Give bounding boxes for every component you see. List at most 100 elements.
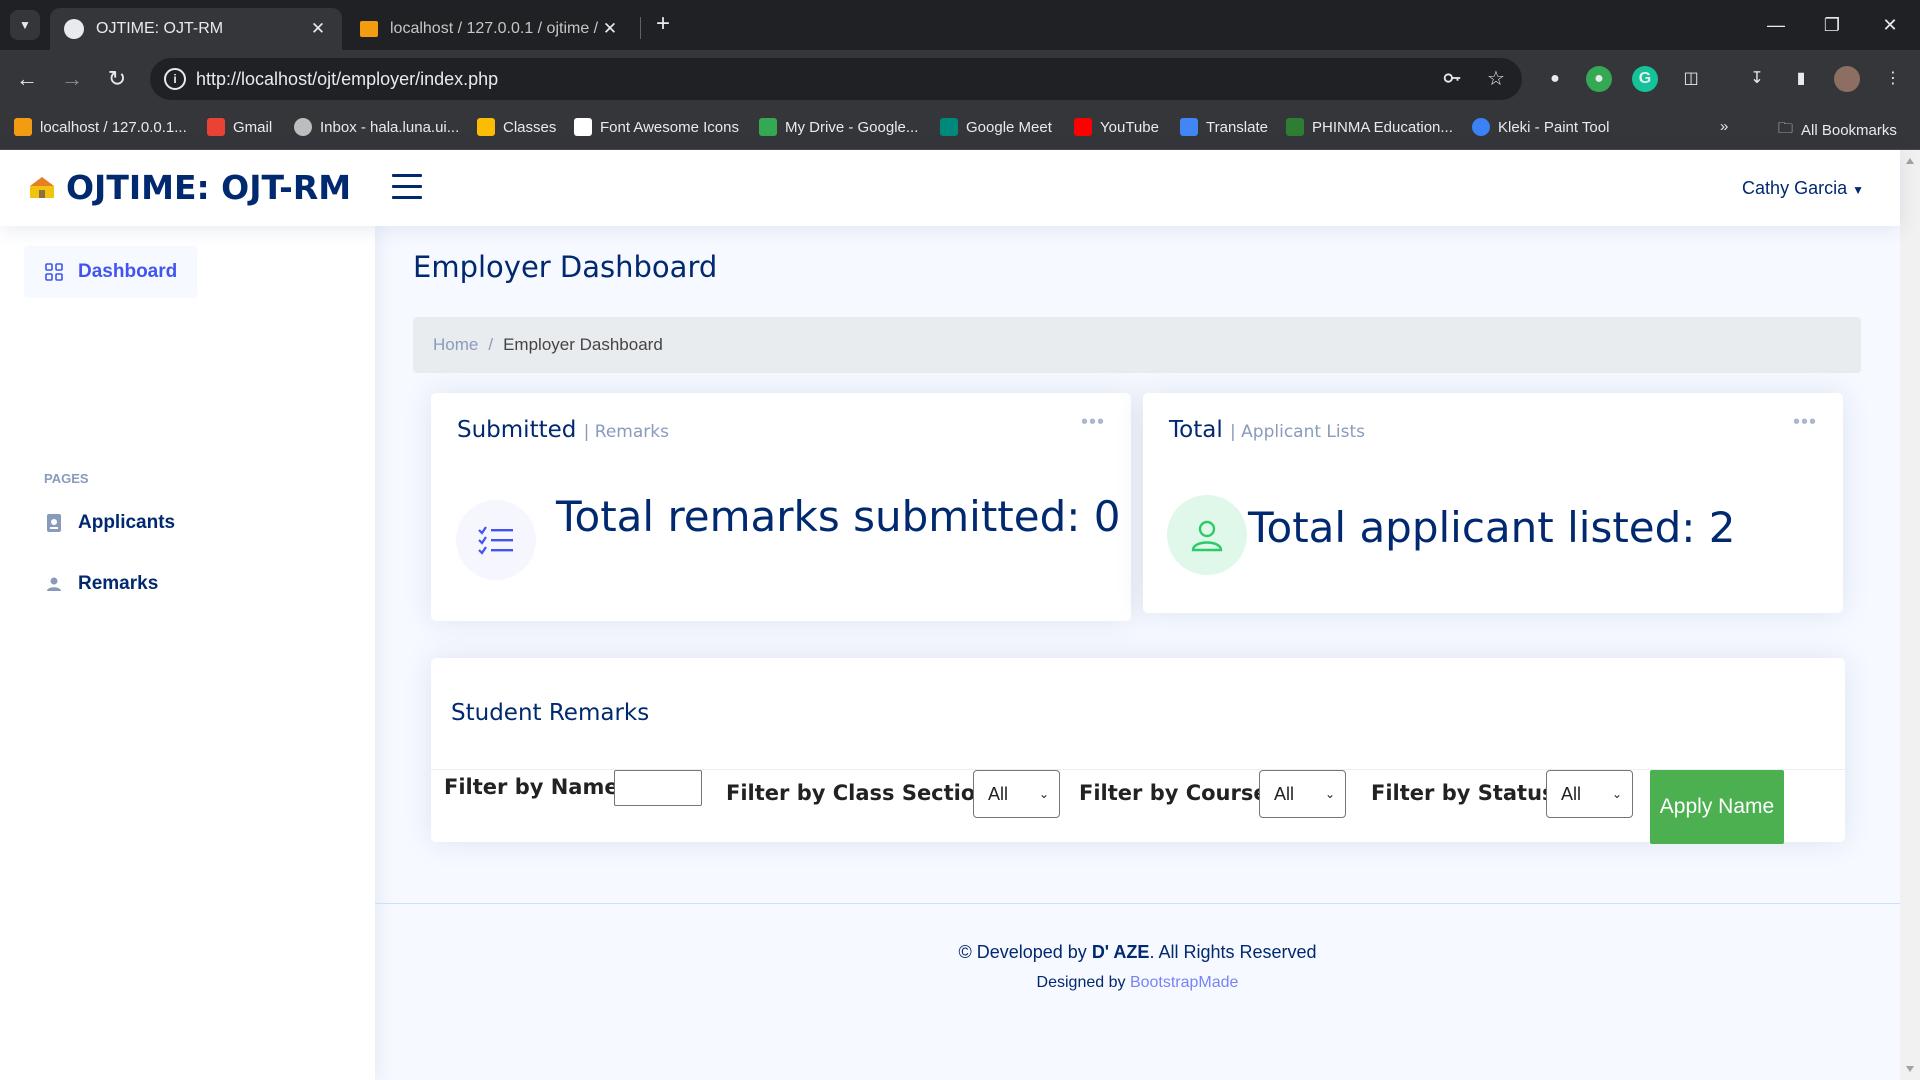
sidebar-item-label: Remarks <box>78 573 159 594</box>
extension-green-icon[interactable]: ● <box>1586 66 1612 92</box>
sidebar-item-applicants[interactable]: Applicants <box>24 497 195 549</box>
bookmark-drive[interactable]: My Drive - Google... <box>759 118 918 136</box>
select-value: All <box>1274 783 1295 804</box>
bookmark-kleki[interactable]: Kleki - Paint Tool <box>1472 118 1609 136</box>
filter-section-select[interactable]: All ⌄ <box>973 770 1060 818</box>
bootstrapmade-link[interactable]: BootstrapMade <box>1130 974 1239 991</box>
more-options-icon[interactable]: ••• <box>1793 411 1817 434</box>
applicant-count: Total applicant listed: 2 <box>1248 503 1736 552</box>
back-icon[interactable]: ← <box>12 64 42 94</box>
extension-icon[interactable]: ● <box>1542 66 1568 92</box>
sidebar-item-remarks[interactable]: Remarks <box>24 558 178 610</box>
chevron-down-icon: ⌄ <box>1038 787 1049 801</box>
site-header: OJTIME: OJT-RM Cathy Garcia ▼ <box>0 150 1900 226</box>
bookmark-meet[interactable]: Google Meet <box>940 118 1052 136</box>
address-bar[interactable]: i http://localhost/ojt/employer/index.ph… <box>150 58 1522 100</box>
download-icon[interactable]: ↧ <box>1744 66 1770 92</box>
filter-course-select[interactable]: All ⌄ <box>1259 770 1346 818</box>
sidebar-toggle-icon[interactable] <box>392 174 422 200</box>
breadcrumb-home[interactable]: Home <box>433 335 478 355</box>
filter-course-label: Filter by Course: <box>1079 781 1277 805</box>
person-icon <box>44 574 64 594</box>
tab-title: localhost / 127.0.0.1 / ojtime / r <box>390 20 600 37</box>
extensions-puzzle-icon[interactable]: ◫ <box>1678 66 1704 92</box>
scroll-up-icon[interactable] <box>1906 158 1914 164</box>
meet-icon <box>940 118 958 136</box>
copyright: © Developed by D' AZE. All Rights Reserv… <box>958 942 1317 962</box>
footer: © Developed by D' AZE. All Rights Reserv… <box>375 903 1900 1080</box>
url-text[interactable]: http://localhost/ojt/employer/index.php <box>196 69 498 90</box>
restore-icon[interactable]: ❐ <box>1812 10 1852 40</box>
card-subtitle: | Remarks <box>583 422 669 442</box>
submitted-remarks-card: Submitted | Remarks ••• Total remarks su… <box>431 393 1131 621</box>
bookmark-phpmyadmin[interactable]: localhost / 127.0.0.1... <box>14 118 187 136</box>
translate-icon <box>1180 118 1198 136</box>
all-bookmarks[interactable]: 🗀 All Bookmarks <box>1778 118 1897 143</box>
bookmark-font-awesome[interactable]: Font Awesome Icons <box>574 118 739 136</box>
page-scrollbar[interactable] <box>1900 150 1920 1080</box>
logo-icon <box>30 177 54 198</box>
github-icon <box>294 118 312 136</box>
user-menu[interactable]: Cathy Garcia ▼ <box>1742 178 1864 199</box>
page-viewport: OJTIME: OJT-RM Cathy Garcia ▼ Dashboard … <box>0 150 1920 1080</box>
logo-text[interactable]: OJTIME: OJT-RM <box>66 168 351 207</box>
filter-name-input[interactable] <box>614 770 702 806</box>
page-title: Employer Dashboard <box>413 250 718 284</box>
close-tab-icon[interactable]: ✕ <box>308 19 328 39</box>
ojtime-favicon-icon <box>64 19 84 39</box>
apply-name-button[interactable]: Apply Name <box>1650 770 1784 844</box>
card-subtitle: | Applicant Lists <box>1230 422 1366 442</box>
bookmark-inbox[interactable]: Inbox - hala.luna.ui... <box>294 118 459 136</box>
sidebar-item-label: Dashboard <box>78 261 178 282</box>
caret-down-icon: ▼ <box>1852 183 1864 197</box>
credits: Designed by BootstrapMade <box>1036 974 1239 991</box>
chevron-down-icon: ⌄ <box>1324 787 1335 801</box>
profile-avatar[interactable] <box>1834 66 1860 92</box>
remarks-count: Total remarks submitted: 0 <box>556 492 1121 541</box>
phinma-icon <box>1286 118 1304 136</box>
bookmark-star-icon[interactable]: ☆ <box>1484 67 1508 91</box>
bookmark-youtube[interactable]: YouTube <box>1074 118 1159 136</box>
folder-icon: 🗀 <box>1778 120 1794 137</box>
filter-status-select[interactable]: All ⌄ <box>1546 770 1633 818</box>
filter-status-label: Filter by Status: <box>1371 781 1563 805</box>
menu-kebab-icon[interactable]: ⋮ <box>1880 66 1906 92</box>
developer-name: D' AZE <box>1091 942 1150 962</box>
bookmark-classes[interactable]: Classes <box>477 118 556 136</box>
bookmark-gmail[interactable]: Gmail <box>207 118 272 136</box>
minimize-icon[interactable]: — <box>1756 10 1796 40</box>
forward-icon[interactable]: → <box>57 64 87 94</box>
more-bookmarks-icon[interactable]: » <box>1720 118 1728 135</box>
sidebar-item-dashboard[interactable]: Dashboard <box>24 246 198 298</box>
close-tab-icon[interactable]: ✕ <box>600 19 620 39</box>
browser-tab-bar: ▼ OJTIME: OJT-RM ✕ localhost / 127.0.0.1… <box>0 0 1920 50</box>
side-panel-icon[interactable]: ▮ <box>1788 66 1814 92</box>
password-key-icon[interactable] <box>1440 67 1464 91</box>
card-title: Total | Applicant Lists <box>1169 417 1365 443</box>
more-options-icon[interactable]: ••• <box>1081 411 1105 434</box>
youtube-icon <box>1074 118 1092 136</box>
classroom-icon <box>477 118 495 136</box>
chevron-down-icon: ⌄ <box>1611 787 1622 801</box>
flag-icon <box>574 118 592 136</box>
grammarly-icon[interactable]: G <box>1632 66 1658 92</box>
select-value: All <box>988 783 1009 804</box>
bookmark-translate[interactable]: Translate <box>1180 118 1268 136</box>
scroll-down-icon[interactable] <box>1906 1066 1914 1072</box>
kleki-icon <box>1472 118 1490 136</box>
tab-search-button[interactable]: ▼ <box>10 10 40 40</box>
phpmyadmin-icon <box>14 118 32 136</box>
filter-section-label: Filter by Class Section: <box>726 781 999 805</box>
new-tab-button[interactable]: + <box>650 12 676 38</box>
window-close-icon[interactable]: ✕ <box>1870 10 1910 40</box>
bookmark-phinma[interactable]: PHINMA Education... <box>1286 118 1453 136</box>
grid-icon <box>44 262 64 282</box>
select-value: All <box>1561 783 1582 804</box>
site-info-icon[interactable]: i <box>164 68 186 90</box>
breadcrumb: Home / Employer Dashboard <box>413 317 1861 373</box>
badge-icon <box>44 513 64 533</box>
tab-ojtime[interactable]: OJTIME: OJT-RM ✕ <box>50 8 342 50</box>
reload-icon[interactable]: ↻ <box>102 64 132 94</box>
tab-phpmyadmin[interactable]: localhost / 127.0.0.1 / ojtime / r ✕ <box>346 8 634 50</box>
breadcrumb-separator: / <box>488 335 494 354</box>
